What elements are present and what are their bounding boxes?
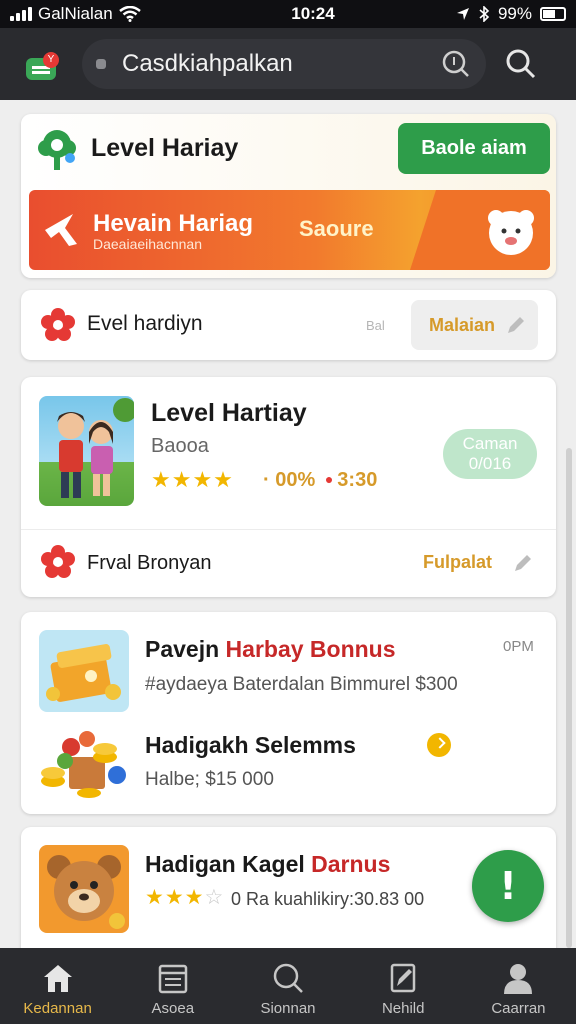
battery-icon (540, 7, 566, 21)
search-icon (273, 963, 303, 993)
tree-icon (38, 130, 76, 170)
carrier-name: GalNialan (38, 4, 113, 23)
bonus-item2-title: Hadigakh Selemms (145, 732, 356, 758)
kagel-title: Hadigan Kagel Darnus (145, 851, 390, 878)
pencil-icon (508, 317, 524, 333)
banner-title: Hevain Hariag (93, 210, 254, 237)
red-dot-icon: ● (324, 471, 334, 487)
game-status-badge[interactable]: Caman 0/016 (443, 429, 537, 479)
bonus-item1-title-prefix: Pavejn (145, 636, 226, 662)
edit-icon (390, 963, 416, 993)
level-action-button[interactable]: Baole aiam (398, 123, 550, 174)
battery-percent: 99% (497, 4, 532, 23)
level-row-label: Evel hardiyn (87, 312, 203, 335)
game-status-line1: Caman (462, 434, 518, 453)
game-thumbnail (39, 396, 134, 506)
scrollbar[interactable] (566, 448, 572, 948)
nav-item-profile[interactable]: Caarran (461, 948, 576, 1024)
kagel-meta: 0 Ra kuahlikiry:30.83 00 (231, 889, 425, 909)
banner-subtitle: Daeaiaeihacnnan (93, 236, 202, 252)
coins-thumbnail (39, 727, 129, 807)
nav-label-edit: Nehild (381, 1000, 425, 1017)
page-title: Casdkiahpalkan (122, 50, 293, 77)
wifi-icon (118, 6, 141, 22)
game-meta-time: 3:30 (337, 469, 378, 491)
bonus-item1-title-highlight: Harbay Bonnus (225, 636, 396, 662)
nav-item-edit[interactable]: Nehild (346, 948, 461, 1024)
level-card: Level Hariay Baole aiam Hevain Hariag Da… (21, 114, 556, 278)
level-row-faint: Bal (366, 318, 385, 333)
kagel-title-prefix: Hadigan Kagel (145, 851, 312, 877)
game-title: Level Hartiay (151, 399, 307, 427)
flower-icon (41, 545, 75, 578)
check-icon[interactable] (427, 733, 451, 757)
bonus-item2-subtitle: Halbe; $15 000 (145, 769, 274, 790)
calendar-icon (158, 964, 188, 994)
arrow-icon (45, 214, 77, 246)
treasure-chest-thumbnail (39, 630, 129, 712)
bear-thumbnail (39, 845, 129, 933)
level-row-card[interactable]: Evel hardiyn Bal Malaian (21, 290, 556, 360)
game-meta-value: · 00% (263, 469, 321, 491)
app-bar: Y Casdkiahpalkan (0, 28, 576, 100)
nav-item-home[interactable]: Kedannan (0, 948, 115, 1024)
level-title: Level Hariay (91, 134, 239, 162)
search-icon[interactable] (504, 47, 538, 81)
nav-label-home: Kedannan (23, 1000, 92, 1017)
location-icon (456, 8, 469, 20)
zoom-icon[interactable] (440, 48, 472, 80)
kagel-rating-stars: ★★★☆ (145, 885, 224, 910)
bottom-nav: Kedannan Asoea Sionnan Nehild Caarran (0, 948, 576, 1024)
nav-label-calendar: Asoea (151, 1000, 195, 1017)
game-card[interactable]: Level Hartiay Baooa ★★★★ · 00% ● 3:30 Cam… (21, 377, 556, 597)
bonus-item1-time: 0PM (503, 638, 534, 655)
kagel-title-highlight: Darnus (311, 851, 391, 877)
bluetooth-icon (479, 6, 490, 22)
profile-icon (504, 964, 533, 994)
game-status-line2: 0/016 (468, 454, 512, 473)
game-meta: · 00% ● 3:30 (263, 469, 377, 492)
nav-item-search[interactable]: Sionnan (230, 948, 345, 1024)
level-row-action[interactable]: Malaian (411, 300, 538, 350)
signal-icon (10, 7, 32, 21)
nav-label-profile: Caarran (491, 1000, 546, 1017)
bonus-item1-title: Pavejn Harbay Bonnus (145, 636, 396, 663)
status-bar: GalNialan 10:24 99% (0, 0, 576, 28)
nav-label-search: Sionnan (260, 1000, 316, 1017)
kagel-rating-filled: ★★★ (145, 886, 205, 909)
game-rating-stars: ★★★★ (151, 467, 234, 492)
bonus-card: Pavejn Harbay Bonnus 0PM #aydaeya Baterd… (21, 612, 556, 814)
mascot-icon (488, 210, 534, 255)
banner-score: Saoure (299, 216, 374, 241)
game-footer-action[interactable]: Fulpalat (423, 552, 492, 573)
address-bar[interactable]: Casdkiahpalkan (82, 39, 486, 89)
nav-item-calendar[interactable]: Asoea (115, 948, 230, 1024)
lock-icon (96, 59, 106, 69)
home-icon (43, 965, 72, 992)
level-row-action-label: Malaian (429, 315, 496, 335)
kagel-rating-empty: ☆ (204, 886, 225, 909)
promo-banner[interactable]: Hevain Hariag Daeaiaeihacnnan Saoure (29, 190, 550, 270)
divider (21, 529, 556, 530)
game-subtitle: Baooa (151, 435, 209, 457)
pencil-icon[interactable] (511, 551, 535, 575)
flower-icon (41, 308, 75, 341)
bonus-item1-subtitle: #aydaeya Baterdalan Bimmurel $300 (145, 674, 458, 695)
alert-fab-button[interactable]: ! (472, 850, 544, 922)
app-logo-icon[interactable]: Y (16, 44, 60, 84)
status-time: 10:24 (291, 4, 335, 23)
game-footer-label: Frval Bronyan (87, 552, 212, 574)
